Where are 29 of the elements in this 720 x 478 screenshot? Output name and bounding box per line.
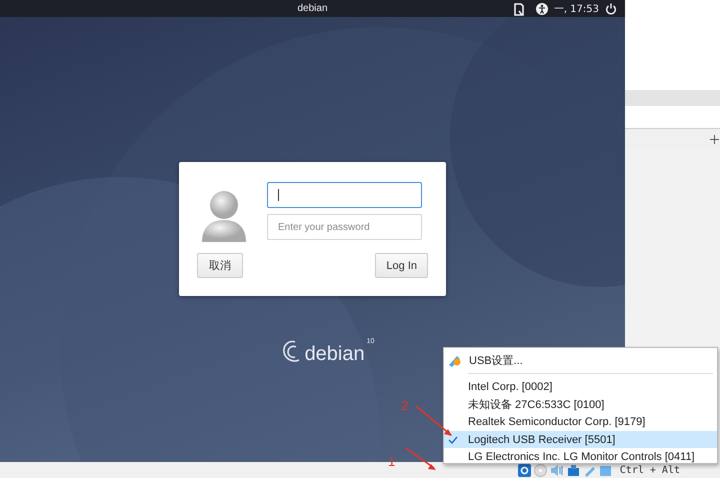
- usb-settings-item[interactable]: USB设置...: [444, 348, 717, 372]
- usb-device-item[interactable]: 未知设备 27C6:533C [0100]: [444, 396, 717, 414]
- annotation-arrow: [416, 405, 452, 436]
- plus-icon[interactable]: [710, 135, 719, 144]
- logo-wordmark: debian: [304, 344, 365, 364]
- usb-settings-icon: [448, 353, 462, 367]
- username-field[interactable]: [267, 182, 422, 208]
- host-key-text: Ctrl + Alt: [620, 464, 680, 476]
- annotation-label: 1: [388, 454, 396, 469]
- speaker-icon[interactable]: [550, 464, 564, 476]
- annotation-arrow: [406, 447, 436, 470]
- usb-device-item[interactable]: LG Electronics Inc. LG Monitor Controls [0411]: [444, 448, 717, 466]
- power-icon[interactable]: [605, 3, 617, 15]
- cancel-button[interactable]: 取消: [197, 253, 243, 278]
- top-bar-title: debian: [297, 3, 328, 14]
- accessibility-icon[interactable]: [536, 3, 548, 15]
- network-icon[interactable]: [566, 464, 580, 476]
- usb-settings-label: USB设置...: [469, 354, 523, 368]
- checkmark-icon: [448, 436, 458, 444]
- clipboard-icon[interactable]: [512, 2, 524, 16]
- usb-device-item[interactable]: Realtek Semiconductor Corp. [9179]: [444, 413, 717, 431]
- login-button[interactable]: Log In: [375, 253, 428, 278]
- usb-device-item[interactable]: Intel Corp. [0002]: [444, 378, 717, 396]
- folder-icon[interactable]: [598, 464, 612, 476]
- annotation-label: 2: [401, 398, 408, 413]
- usb-device-item[interactable]: Logitech USB Receiver [5501]: [444, 430, 717, 448]
- clock-text: 一, 17:53: [554, 3, 599, 16]
- password-field[interactable]: Enter your password: [267, 214, 422, 240]
- disk-icon[interactable]: [518, 464, 531, 476]
